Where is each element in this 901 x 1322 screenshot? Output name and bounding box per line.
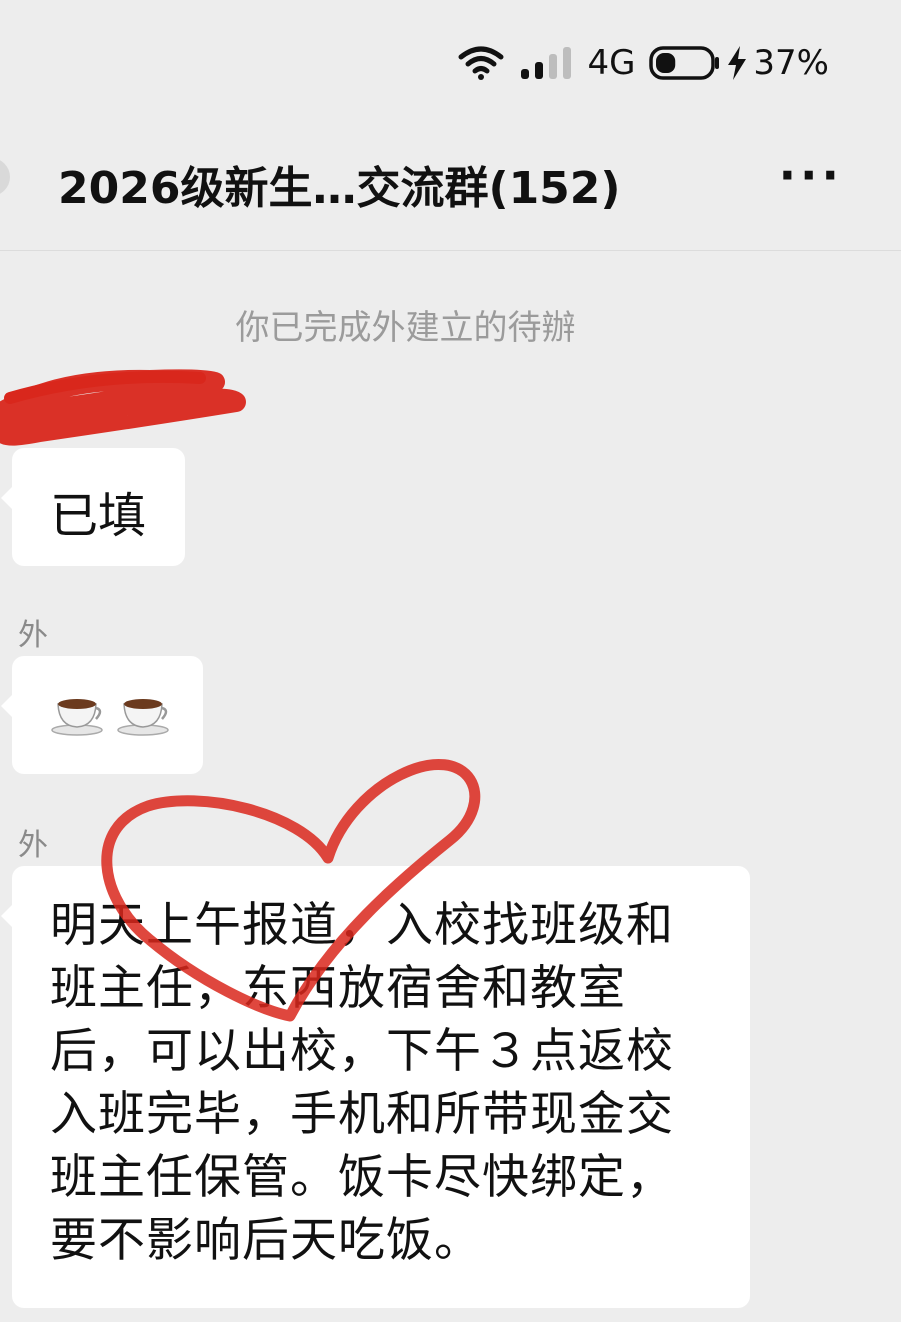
battery-indicator: 37% [649, 43, 829, 83]
sender-name: 外 [18, 828, 48, 863]
system-message: 你已完成外建立的待辦 [235, 308, 576, 348]
sender-name: 外 [18, 618, 48, 653]
more-options-button[interactable]: ··· [779, 152, 843, 198]
coffee-cup-icon [51, 699, 103, 736]
chat-title: 2026级新生…交流群(152) [58, 163, 621, 214]
status-bar: 4G 37% [457, 40, 829, 86]
emoji-row [50, 690, 203, 736]
redaction-scribble [0, 369, 246, 446]
message-bubble[interactable]: 明天上午报道，入校找班级和班主任，东西放宿舍和教室后，可以出校，下午３点返校入班… [1, 866, 750, 1308]
message-bubble[interactable] [1, 656, 203, 774]
charging-bolt-icon [728, 46, 747, 80]
signal-icon [521, 47, 572, 79]
battery-percent: 37% [753, 43, 829, 83]
chat-header: 2026级新生…交流群(152) ··· [0, 120, 901, 251]
message-bubble[interactable]: 已填 [1, 448, 185, 566]
message-text: 明天上午报道，入校找班级和班主任，东西放宿舍和教室后，可以出校，下午３点返校入班… [50, 898, 674, 1268]
wifi-icon [458, 46, 504, 80]
coffee-cup-icon [117, 699, 169, 736]
battery-icon [649, 46, 720, 80]
message-text: 已填 [50, 488, 147, 544]
network-type: 4G [587, 43, 636, 83]
back-button[interactable] [0, 158, 10, 196]
